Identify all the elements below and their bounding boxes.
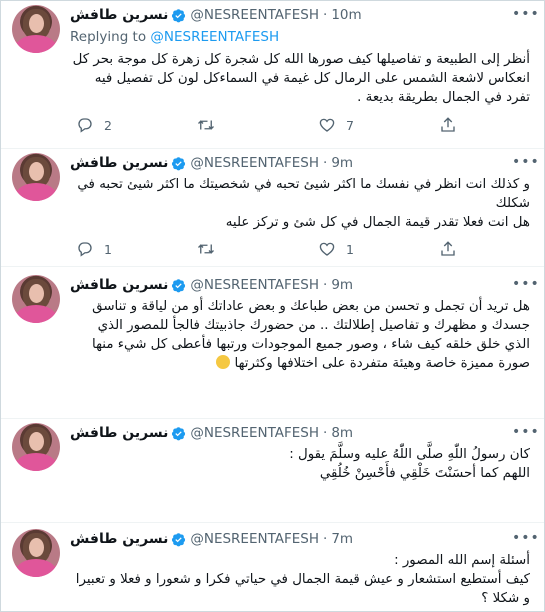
sparkle-emoji-icon — [216, 355, 231, 369]
tweet[interactable]: نسرين طافش @NESREENTAFESH · 9m ••• و كذل… — [1, 149, 544, 267]
avatar[interactable] — [12, 529, 60, 577]
more-dots-icon[interactable]: ••• — [512, 425, 539, 443]
retweet-icon — [198, 244, 214, 254]
author-handle[interactable]: @NESREENTAFESH — [190, 275, 319, 295]
reply-icon — [78, 242, 92, 257]
author-handle[interactable]: @NESREENTAFESH — [190, 5, 319, 25]
timestamp[interactable]: 9m — [331, 153, 353, 173]
tweet[interactable]: نسرين طافش @NESREENTAFESH · 7m ••• أسئلة… — [1, 523, 544, 611]
tweet-text: هل تريد أن تجمل و تحسن من بعض طباعك و بع… — [70, 297, 530, 373]
tweet-actions: 1 1 — [76, 239, 544, 259]
verified-badge-icon — [172, 426, 186, 440]
timestamp[interactable]: 7m — [331, 529, 353, 549]
like-count: 1 — [346, 241, 354, 257]
timeline: نسرين طافش @NESREENTAFESH · 10m ••• Repl… — [0, 0, 545, 612]
more-dots-icon[interactable]: ••• — [512, 7, 539, 25]
separator-dot: · — [323, 277, 328, 293]
share-icon — [441, 117, 455, 132]
tweet-text: أنظر إلى الطبيعة و تفاصيلها كيف صورها ال… — [72, 52, 530, 105]
share-button[interactable] — [439, 239, 544, 259]
verified-badge-icon — [172, 8, 186, 22]
tweet[interactable]: نسرين طافش @NESREENTAFESH · 9m ••• هل تر… — [1, 267, 544, 419]
retweet-button[interactable] — [197, 239, 318, 259]
avatar[interactable] — [12, 5, 60, 53]
author-name[interactable]: نسرين طافش — [70, 5, 168, 25]
avatar[interactable] — [12, 423, 60, 471]
like-button[interactable]: 1 — [318, 239, 439, 259]
author-handle[interactable]: @NESREENTAFESH — [190, 529, 319, 549]
more-dots-icon[interactable]: ••• — [512, 155, 539, 173]
replying-to: Replying to @NESREENTAFESH — [70, 28, 279, 46]
heart-icon — [319, 118, 335, 132]
verified-badge-icon — [172, 156, 186, 170]
separator-dot: · — [323, 425, 328, 441]
avatar[interactable] — [12, 153, 60, 201]
more-dots-icon[interactable]: ••• — [512, 277, 539, 295]
verified-badge-icon — [172, 532, 186, 546]
author-handle[interactable]: @NESREENTAFESH — [190, 153, 319, 173]
tweet-text-content: هل تريد أن تجمل و تحسن من بعض طباعك و بع… — [92, 299, 530, 371]
replying-handle-link[interactable]: @NESREENTAFESH — [150, 29, 279, 45]
heart-icon — [319, 242, 335, 256]
tweet-text: كان رسولُ اللّٰهِ صلَّى اللّٰهُ عليه وسل… — [289, 447, 530, 481]
avatar[interactable] — [12, 275, 60, 323]
separator-dot: · — [323, 155, 328, 171]
tweet[interactable]: نسرين طافش @NESREENTAFESH · 10m ••• Repl… — [1, 1, 544, 149]
author-name[interactable]: نسرين طافش — [70, 153, 168, 173]
reply-count: 2 — [104, 117, 112, 133]
like-button[interactable]: 7 — [318, 115, 439, 135]
author-name[interactable]: نسرين طافش — [70, 423, 168, 443]
tweet-text: أسئلة إسم الله المصور : كيف أستطيع استشع… — [75, 553, 530, 606]
reply-button[interactable]: 1 — [76, 239, 197, 259]
share-icon — [441, 241, 455, 256]
retweet-button[interactable] — [197, 115, 318, 135]
timestamp[interactable]: 8m — [331, 423, 353, 443]
like-count: 7 — [346, 117, 354, 133]
reply-button[interactable]: 2 — [76, 115, 197, 135]
replying-label: Replying to — [70, 29, 147, 45]
retweet-icon — [198, 120, 214, 130]
reply-icon — [78, 118, 92, 133]
timestamp[interactable]: 10m — [331, 5, 361, 25]
more-dots-icon[interactable]: ••• — [512, 531, 539, 549]
author-handle[interactable]: @NESREENTAFESH — [190, 423, 319, 443]
timestamp[interactable]: 9m — [331, 275, 353, 295]
verified-badge-icon — [172, 278, 186, 292]
share-button[interactable] — [439, 115, 544, 135]
tweet[interactable]: نسرين طافش @NESREENTAFESH · 8m ••• كان ر… — [1, 419, 544, 523]
separator-dot: · — [323, 531, 328, 547]
reply-count: 1 — [104, 241, 112, 257]
author-name[interactable]: نسرين طافش — [70, 529, 168, 549]
tweet-text: و كذلك انت انظر في نفسك ما اكثر شيئ تحبه… — [77, 177, 530, 230]
author-name[interactable]: نسرين طافش — [70, 275, 168, 295]
tweet-actions: 2 7 — [76, 115, 544, 135]
separator-dot: · — [323, 7, 328, 23]
